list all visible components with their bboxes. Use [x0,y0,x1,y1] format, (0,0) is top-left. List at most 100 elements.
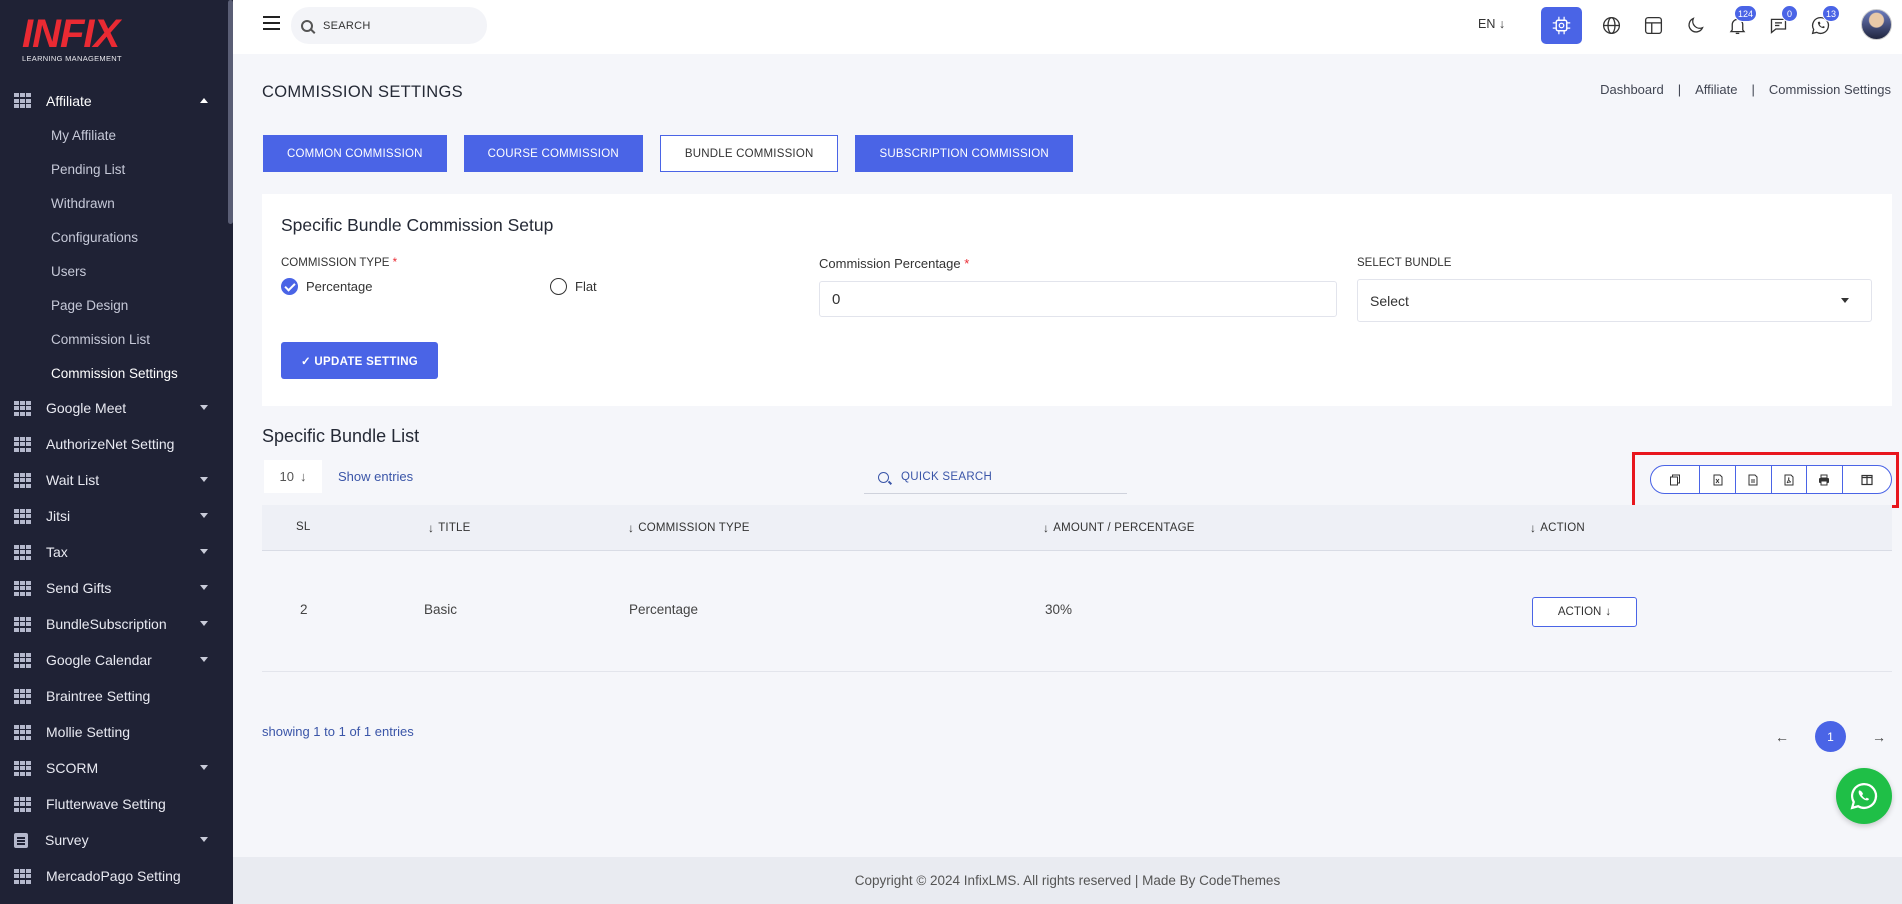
notifications-button[interactable]: 124 [1725,5,1757,37]
select-bundle-dropdown[interactable]: Select [1357,279,1872,322]
sidebar-item[interactable]: Skill And Rating [0,894,230,904]
global-search[interactable] [291,7,487,44]
grid-icon [14,868,31,884]
quick-search-input[interactable] [901,471,1101,483]
column-visibility-button[interactable] [1843,466,1891,493]
sidebar-subitem-my-affiliate[interactable]: My Affiliate [0,118,230,152]
column-header-amount[interactable]: ↓ AMOUNT / PERCENTAGE [1043,521,1195,535]
breadcrumb-commission-settings[interactable]: Commission Settings [1769,82,1891,97]
sidebar-item-label: Flutterwave Setting [46,796,166,812]
commission-percentage-input[interactable]: 0 [819,281,1337,317]
breadcrumb-dashboard[interactable]: Dashboard [1600,82,1664,97]
column-header-title[interactable]: ↓ TITLE [428,521,471,535]
breadcrumb: Dashboard | Affiliate | Commission Setti… [1600,82,1891,97]
sidebar-item[interactable]: Google Calendar [0,642,230,678]
sidebar-subitem-commission-settings[interactable]: Commission Settings [0,356,230,390]
commission-percentage-value: 0 [832,290,841,308]
previous-page-icon[interactable]: ← [1775,729,1789,745]
messages-badge: 0 [1781,5,1798,22]
tab-course-commission[interactable]: COURSE COMMISSION [463,135,643,172]
tab-bundle-commission[interactable]: BUNDLE COMMISSION [659,135,839,172]
cell-title: Basic [424,602,458,617]
topbar: EN ↓ 124 0 13 [233,0,1902,54]
sidebar-item[interactable]: MercadoPago Setting [0,858,230,894]
copy-button[interactable] [1651,466,1701,493]
sidebar-item[interactable]: Google Meet [0,390,230,426]
sidebar-item[interactable]: Survey [0,822,230,858]
sidebar-item[interactable]: BundleSubscription [0,606,230,642]
csv-button[interactable] [1736,466,1772,493]
sidebar-subitem-withdrawn[interactable]: Withdrawn [0,186,230,220]
sort-arrow-icon: ↓ [428,521,435,535]
caret-down-icon [200,837,208,842]
row-action-button[interactable]: ACTION ↓ [1532,597,1637,627]
grid-icon [14,616,31,632]
column-header-action[interactable]: ↓ ACTION [1530,521,1585,535]
website-button[interactable] [1599,13,1623,37]
sidebar-item-affiliate[interactable]: Affiliate [0,83,230,118]
sidebar-item[interactable]: Tax [0,534,230,570]
update-setting-button[interactable]: ✓ UPDATE SETTING [281,342,438,379]
search-icon [878,471,889,483]
layout-button[interactable] [1641,13,1665,37]
quick-search[interactable] [864,461,1127,494]
radio-flat-label: Flat [575,279,597,294]
globe-icon [1602,16,1620,34]
sidebar-item-label: BundleSubscription [46,616,167,632]
radio-percentage[interactable]: Percentage [281,278,373,295]
grid-icon [14,652,31,668]
sidebar-item[interactable]: Flutterwave Setting [0,786,230,822]
menu-toggle-icon[interactable] [263,16,280,30]
pdf-button[interactable] [1772,466,1808,493]
sidebar-subitem-page-design[interactable]: Page Design [0,288,230,322]
sidebar-item-label: Mollie Setting [46,724,131,740]
grid-icon [14,472,31,488]
percentage-label-text: Commission Percentage [819,256,961,271]
sidebar-item[interactable]: Mollie Setting [0,714,230,750]
radio-flat[interactable]: Flat [550,278,597,295]
sidebar-item[interactable]: Wait List [0,462,230,498]
print-button[interactable] [1807,466,1843,493]
language-label: EN [1478,17,1496,31]
next-page-icon[interactable]: → [1872,729,1886,745]
csv-file-icon [1748,474,1758,485]
sidebar-item[interactable]: Send Gifts [0,570,230,606]
sidebar-item-label: Tax [46,544,68,560]
pagination: ← 1 → [1775,721,1886,752]
caret-down-icon [200,585,208,590]
user-avatar[interactable] [1861,9,1892,40]
whatsapp-float-button[interactable] [1836,768,1892,824]
column-header-label: SL [296,521,311,533]
sidebar-subitem-configurations[interactable]: Configurations [0,220,230,254]
moon-icon [1687,16,1704,33]
whatsapp-chat-button[interactable]: 13 [1808,5,1840,37]
sidebar-subitem-commission-list[interactable]: Commission List [0,322,230,356]
dark-mode-toggle[interactable] [1683,13,1707,37]
sidebar-item[interactable]: Jitsi [0,498,230,534]
column-header-label: ACTION [1540,522,1585,534]
sidebar-item[interactable]: AuthorizeNet Setting [0,426,230,462]
page-button-current[interactable]: 1 [1815,721,1846,752]
sidebar-item-label: Survey [45,832,89,848]
excel-button[interactable] [1700,466,1736,493]
tab-subscription-commission[interactable]: SUBSCRIPTION COMMISSION [855,135,1073,172]
brand-logo[interactable]: INFIX LEARNING MANAGEMENT [22,14,122,63]
grid-icon [14,400,31,416]
language-selector[interactable]: EN ↓ [1478,17,1505,31]
footer: Copyright © 2024 InfixLMS. All rights re… [233,857,1902,904]
tab-common-commission[interactable]: COMMON COMMISSION [263,135,447,172]
sidebar-item-label: Send Gifts [46,580,112,596]
breadcrumb-affiliate[interactable]: Affiliate [1695,82,1737,97]
sidebar-subitem-users[interactable]: Users [0,254,230,288]
column-header-sl[interactable]: SL [296,521,310,533]
sidebar-item[interactable]: SCORM [0,750,230,786]
sidebar-subitem-pending-list[interactable]: Pending List [0,152,230,186]
sidebar-item[interactable]: Braintree Setting [0,678,230,714]
sidebar-item-label: AuthorizeNet Setting [46,436,175,452]
entries-per-page-select[interactable]: 10 ↓ [264,460,322,493]
search-icon [301,19,313,32]
chip-settings-button[interactable] [1541,7,1582,44]
column-header-commission-type[interactable]: ↓ COMMISSION TYPE [628,521,750,535]
messages-button[interactable]: 0 [1766,5,1798,37]
search-input[interactable] [323,19,473,32]
